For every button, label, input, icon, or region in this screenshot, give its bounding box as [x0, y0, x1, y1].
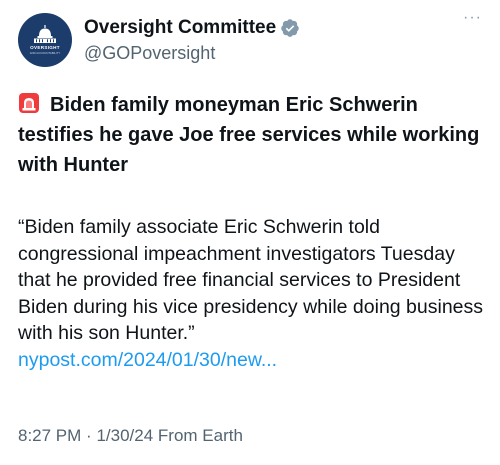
- verified-badge-icon[interactable]: [280, 18, 300, 38]
- account-names: Oversight Committee @GOPoversight: [84, 16, 300, 65]
- display-name[interactable]: Oversight Committee: [84, 16, 276, 40]
- tweet-header: OVERSIGHT AND ACCOUNTABILITY Oversight C…: [18, 10, 482, 70]
- tweet-quote: “Biden family associate Eric Schwerin to…: [18, 214, 486, 373]
- rotating-light-siren-icon: [19, 93, 39, 113]
- account-handle[interactable]: @GOPoversight: [84, 41, 300, 65]
- tweet-card: OVERSIGHT AND ACCOUNTABILITY Oversight C…: [0, 0, 500, 465]
- quote-text: “Biden family associate Eric Schwerin to…: [18, 216, 484, 344]
- tweet-source: From Earth: [157, 426, 243, 445]
- capitol-dome-icon: [34, 25, 56, 44]
- more-horizontal-icon[interactable]: ···: [463, 10, 482, 26]
- tweet-date[interactable]: 1/30/24: [96, 426, 153, 445]
- display-name-row: Oversight Committee: [84, 16, 300, 40]
- meta-separator: ·: [86, 426, 92, 445]
- tweet-headline: Biden family moneyman Eric Schwerin test…: [18, 90, 482, 180]
- avatar[interactable]: OVERSIGHT AND ACCOUNTABILITY: [18, 13, 72, 67]
- avatar-seal-subtext: AND ACCOUNTABILITY: [29, 50, 61, 55]
- tweet-meta: 8:27 PM · 1/30/24 From Earth: [18, 425, 243, 447]
- article-link[interactable]: nypost.com/2024/01/30/new...: [18, 347, 486, 374]
- tweet-time[interactable]: 8:27 PM: [18, 426, 81, 445]
- headline-text: Biden family moneyman Eric Schwerin test…: [18, 94, 480, 176]
